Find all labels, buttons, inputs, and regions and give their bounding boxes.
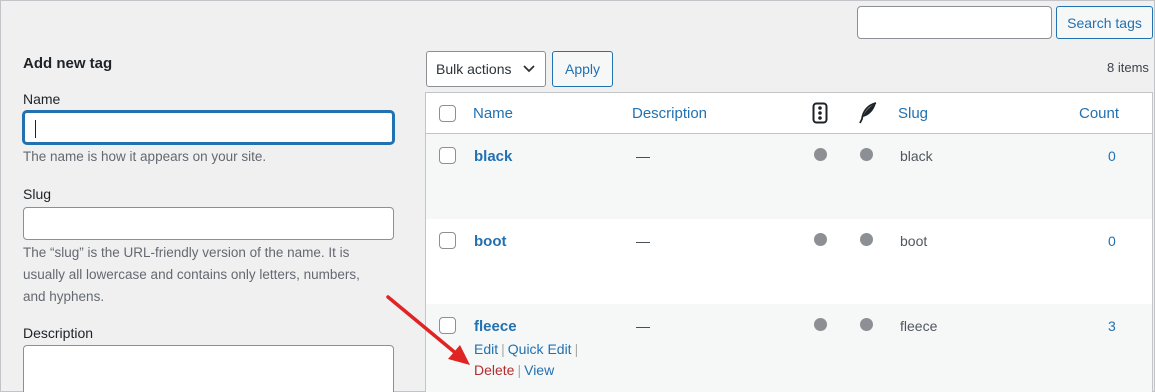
row-checkbox[interactable] <box>439 147 456 164</box>
separator: | <box>574 341 579 357</box>
view-link[interactable]: View <box>524 362 554 378</box>
table-row: black — black 0 <box>426 134 1152 219</box>
slug-help: The “slug” is the URL-friendly version o… <box>23 245 360 304</box>
quick-edit-link[interactable]: Quick Edit <box>508 341 572 357</box>
table-row: boot — boot 0 <box>426 219 1152 304</box>
select-all-checkbox[interactable] <box>439 105 456 122</box>
tag-name-link[interactable]: black <box>474 148 512 165</box>
name-field[interactable] <box>23 111 394 144</box>
edit-link[interactable]: Edit <box>474 341 498 357</box>
tag-slug: fleece <box>900 318 938 334</box>
column-slug[interactable]: Slug <box>898 105 928 122</box>
description-label: Description <box>23 325 94 341</box>
form-title: Add new tag <box>23 55 113 72</box>
search-input[interactable] <box>857 6 1052 39</box>
row-actions: Edit | Quick Edit | <box>474 341 581 357</box>
status-dot-icon <box>860 318 873 331</box>
status-dot-icon <box>860 148 873 161</box>
tag-count-link[interactable]: 0 <box>1108 148 1116 164</box>
tag-description: — <box>636 318 650 334</box>
tag-count-link[interactable]: 3 <box>1108 318 1116 334</box>
table-header: Name Description Slug Count <box>426 93 1152 134</box>
slug-label: Slug <box>23 186 52 202</box>
row-checkbox[interactable] <box>439 232 456 249</box>
tag-description: — <box>636 148 650 164</box>
tag-name-link[interactable]: boot <box>474 233 506 250</box>
tag-name-link[interactable]: fleece <box>474 318 517 335</box>
table-row: fleece — fleece 3 Edit | Quick Edit | Delet… <box>426 304 1152 392</box>
apply-button[interactable]: Apply <box>552 51 613 87</box>
description-field[interactable] <box>23 345 394 392</box>
slug-field[interactable] <box>23 207 394 240</box>
text-caret <box>35 120 36 138</box>
traffic-light-icon <box>812 102 828 127</box>
row-actions: Delete | View <box>474 362 554 378</box>
search-tags-button[interactable]: Search tags <box>1056 6 1153 39</box>
bulk-actions-select[interactable]: Bulk actions <box>426 51 546 87</box>
tags-table: Name Description Slug Count black — blac… <box>425 92 1153 392</box>
bulk-actions-label: Bulk actions <box>436 61 512 77</box>
tag-slug: boot <box>900 233 928 249</box>
chevron-down-icon <box>523 61 535 78</box>
name-help: The name is how it appears on your site. <box>23 149 267 164</box>
tag-slug: black <box>900 148 933 164</box>
delete-link[interactable]: Delete <box>474 362 514 378</box>
items-count: 8 items <box>1107 60 1149 75</box>
status-dot-icon <box>860 233 873 246</box>
annotation-arrow-icon <box>386 295 470 365</box>
feather-icon <box>858 102 878 127</box>
column-description[interactable]: Description <box>632 105 707 122</box>
separator: | <box>501 341 505 357</box>
tag-count-link[interactable]: 0 <box>1108 233 1116 249</box>
status-dot-icon <box>814 318 827 331</box>
separator: | <box>517 362 522 378</box>
name-label: Name <box>23 91 61 107</box>
column-name[interactable]: Name <box>473 105 513 122</box>
status-dot-icon <box>814 148 827 161</box>
column-count[interactable]: Count <box>1079 105 1119 122</box>
status-dot-icon <box>814 233 827 246</box>
tag-description: — <box>636 233 650 249</box>
